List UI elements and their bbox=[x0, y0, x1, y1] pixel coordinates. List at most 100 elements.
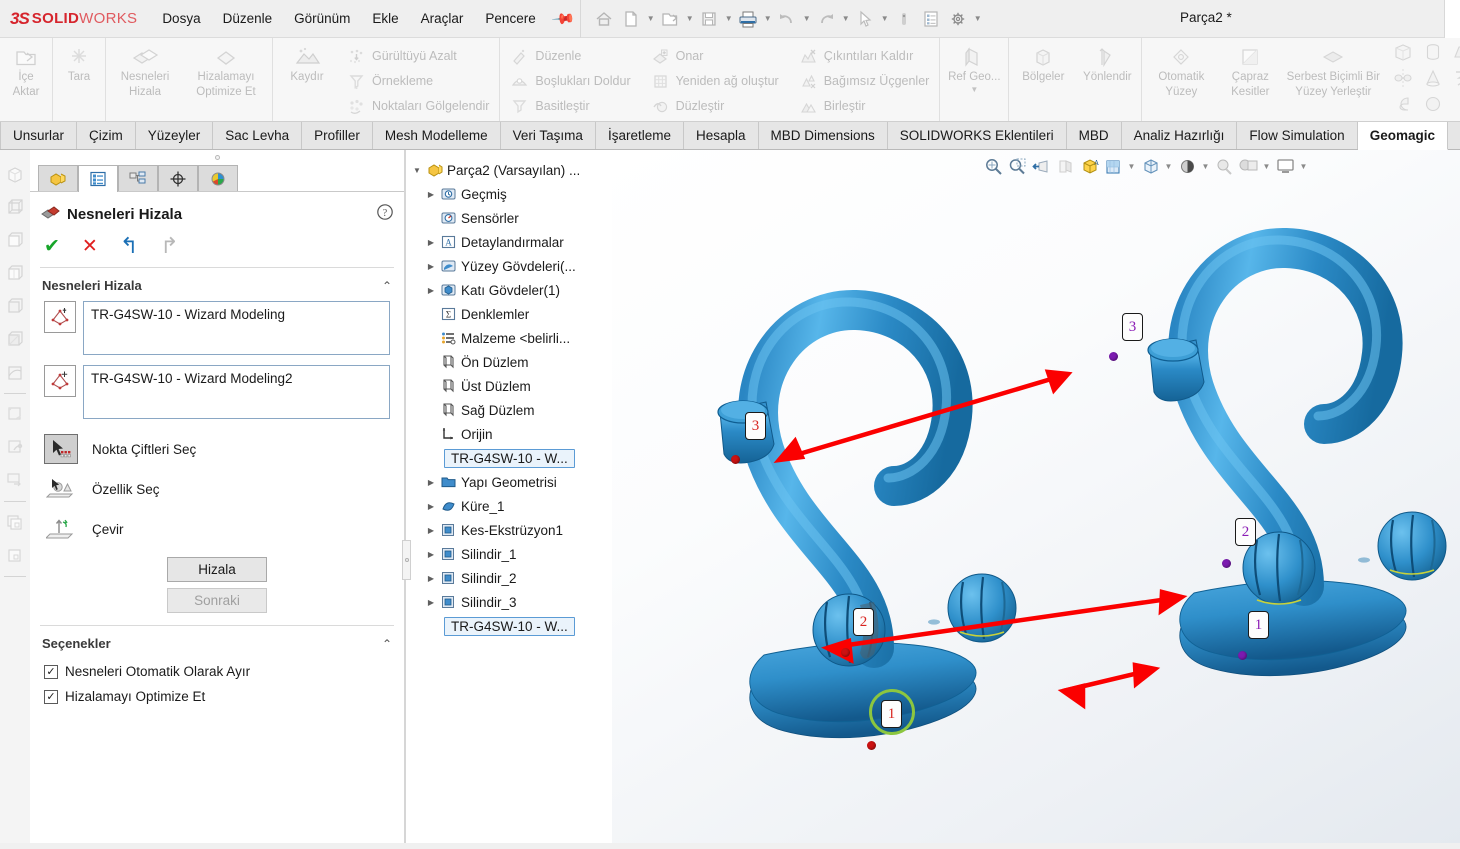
scan-button[interactable]: Tara bbox=[55, 38, 103, 121]
new-document-icon[interactable] bbox=[618, 4, 645, 34]
align-objects-section-header[interactable]: Nesneleri Hizala ⌃ bbox=[30, 268, 404, 301]
tree-node-kes-ekstruzyon1[interactable]: ▶ Kes-Ekstrüzyon1 bbox=[406, 518, 612, 542]
tree-node-gecmis[interactable]: ▶ Geçmiş bbox=[406, 182, 612, 206]
orient-button[interactable]: Yönlendir bbox=[1075, 38, 1139, 121]
display-monitor-caret-icon[interactable]: ▼ bbox=[1298, 154, 1309, 178]
view-settings-caret-icon[interactable]: ▼ bbox=[1261, 154, 1272, 178]
left-point-2[interactable] bbox=[841, 648, 850, 657]
tree-node-yapi-geometrisi[interactable]: ▶ Yapı Geometrisi bbox=[406, 470, 612, 494]
right-point-2[interactable] bbox=[1222, 559, 1231, 568]
menu-item-dosya[interactable]: Dosya bbox=[151, 5, 211, 32]
revolve-icon[interactable] bbox=[1391, 67, 1415, 92]
display-manager-tab[interactable] bbox=[198, 165, 238, 191]
zoom-to-fit-icon[interactable] bbox=[982, 154, 1004, 178]
accept-button[interactable]: ✔ bbox=[44, 237, 60, 256]
open-folder-caret-icon[interactable]: ▼ bbox=[684, 4, 696, 34]
shaded-edges-icon[interactable] bbox=[0, 290, 30, 323]
redo-icon[interactable] bbox=[813, 4, 840, 34]
transform-option[interactable]: Çevir bbox=[30, 509, 404, 549]
panel-collapse-grip[interactable] bbox=[30, 150, 404, 164]
cross-sections-button[interactable]: Çapraz Kesitler bbox=[1218, 38, 1282, 121]
moving-object-field[interactable]: TR-G4SW-10 - Wizard Modeling2 bbox=[83, 365, 390, 419]
tree-node-on-duzlem[interactable]: Ön Düzlem bbox=[406, 350, 612, 374]
merge-button[interactable]: Birleştir bbox=[795, 94, 934, 119]
plane-icon[interactable] bbox=[1451, 41, 1460, 66]
tab-mesh-modelleme[interactable]: Mesh Modelleme bbox=[373, 122, 501, 149]
configuration-manager-icon[interactable] bbox=[0, 539, 30, 572]
open-folder-icon[interactable] bbox=[657, 4, 684, 34]
optimize-align-button[interactable]: Hizalamayı Optimize Et bbox=[182, 38, 270, 121]
select-cursor-icon[interactable] bbox=[852, 4, 879, 34]
select-point-pairs-option[interactable]: Nokta Çiftleri Seç bbox=[30, 429, 404, 469]
chevron-right-icon[interactable]: ▶ bbox=[424, 598, 438, 607]
zoom-to-area-icon[interactable] bbox=[1006, 154, 1028, 178]
repair-button[interactable]: Onar bbox=[647, 44, 783, 69]
question-mark-icon[interactable]: ? bbox=[376, 203, 394, 225]
tree-node-malzeme[interactable]: Malzeme <belirli... bbox=[406, 326, 612, 350]
configuration-icon[interactable] bbox=[0, 506, 30, 539]
tab-veri-tasima[interactable]: Veri Taşıma bbox=[501, 122, 596, 149]
left-callout-3[interactable]: 3 bbox=[745, 412, 766, 440]
freeform-surface-button[interactable]: Serbest Biçimli Bir Yüzey Yerleştir bbox=[1282, 38, 1384, 121]
apply-scene-icon[interactable] bbox=[1213, 154, 1235, 178]
chevron-right-icon[interactable]: ▶ bbox=[424, 574, 438, 583]
tab-analiz-hazirligi[interactable]: Analiz Hazırlığı bbox=[1122, 122, 1238, 149]
redo-caret-icon[interactable]: ▼ bbox=[840, 4, 852, 34]
edit-appearance-caret-icon[interactable]: ▼ bbox=[1200, 154, 1211, 178]
tab-sac-levha[interactable]: Sac Levha bbox=[213, 122, 303, 149]
tree-node-sensorler[interactable]: Sensörler bbox=[406, 206, 612, 230]
right-point-1[interactable] bbox=[1238, 651, 1247, 660]
auto-separate-objects-checkbox[interactable]: ✓ Nesneleri Otomatik Olarak Ayır bbox=[30, 659, 404, 684]
options-gear-icon[interactable] bbox=[945, 4, 972, 34]
options-chevron-up-icon[interactable]: ⌃ bbox=[382, 637, 392, 651]
chevron-right-icon[interactable]: ▶ bbox=[424, 238, 438, 247]
tab-geomagic[interactable]: Geomagic bbox=[1357, 122, 1448, 150]
tree-node-sag-duzlem[interactable]: Sağ Düzlem bbox=[406, 398, 612, 422]
tree-node-mesh-body-1[interactable]: TR-G4SW-10 - W... bbox=[406, 446, 612, 470]
left-callout-2[interactable]: 2 bbox=[853, 608, 874, 636]
print-caret-icon[interactable]: ▼ bbox=[762, 4, 774, 34]
sphere-icon[interactable] bbox=[1421, 93, 1445, 118]
graphics-viewport[interactable]: A ▼ ▼ ▼ ▼ ▼ bbox=[612, 150, 1460, 849]
tree-node-kati-govdeler[interactable]: ▶ Katı Gövdeler(1) bbox=[406, 278, 612, 302]
options-section-header[interactable]: Seçenekler ⌃ bbox=[30, 626, 404, 659]
optimize-alignment-checkbox[interactable]: ✓ Hizalamayı Optimize Et bbox=[30, 684, 404, 709]
extrude-icon[interactable] bbox=[1451, 67, 1460, 92]
tab-hesapla[interactable]: Hesapla bbox=[684, 122, 759, 149]
hide-show-items-icon[interactable] bbox=[1139, 154, 1161, 178]
chevron-down-icon[interactable]: ▼ bbox=[410, 166, 424, 175]
independent-triangles-button[interactable]: Bağımsız Üçgenler bbox=[795, 69, 934, 94]
edit-appearance-icon[interactable] bbox=[1176, 154, 1198, 178]
smooth-button[interactable]: Düzleştir bbox=[647, 94, 783, 119]
pan-button[interactable]: Kaydır bbox=[275, 38, 339, 121]
hide-show-caret-icon[interactable]: ▼ bbox=[1163, 154, 1174, 178]
right-callout-1[interactable]: 1 bbox=[1248, 611, 1269, 639]
display-monitor-icon[interactable] bbox=[1274, 154, 1296, 178]
menu-item-ekle[interactable]: Ekle bbox=[361, 5, 409, 32]
chevron-right-icon[interactable]: ▶ bbox=[424, 502, 438, 511]
tree-node-silindir-2[interactable]: ▶ Silindir_2 bbox=[406, 566, 612, 590]
new-sketch-icon[interactable] bbox=[0, 398, 30, 431]
view-settings-icon[interactable] bbox=[1237, 154, 1259, 178]
auto-surface-button[interactable]: Otomatik Yüzey bbox=[1144, 38, 1218, 121]
edit-mesh-button[interactable]: Düzenle bbox=[506, 44, 634, 69]
sweep-icon[interactable] bbox=[1391, 93, 1415, 118]
left-point-3[interactable] bbox=[731, 455, 740, 464]
sampling-button[interactable]: Örnekleme bbox=[343, 69, 493, 94]
print-icon[interactable] bbox=[735, 4, 762, 34]
undo-icon[interactable] bbox=[774, 4, 801, 34]
redo-arrow-icon[interactable]: ↱ bbox=[160, 235, 178, 257]
tab-cizim[interactable]: Çizim bbox=[77, 122, 136, 149]
next-button[interactable]: Sonraki bbox=[167, 588, 267, 613]
view-orientation-icon[interactable]: A bbox=[1078, 154, 1100, 178]
right-point-3[interactable] bbox=[1109, 352, 1118, 361]
dimxpert-manager-tab[interactable] bbox=[158, 165, 198, 191]
tree-node-silindir-3[interactable]: ▶ Silindir_3 bbox=[406, 590, 612, 614]
align-objects-button[interactable]: Nesneleri Hizala bbox=[108, 38, 182, 121]
menu-item-duzenle[interactable]: Düzenle bbox=[212, 5, 284, 32]
home-icon[interactable] bbox=[591, 4, 618, 34]
remesh-button[interactable]: Yeniden ağ oluştur bbox=[647, 69, 783, 94]
chevron-right-icon[interactable]: ▶ bbox=[424, 526, 438, 535]
undo-arrow-icon[interactable]: ↰ bbox=[120, 235, 138, 257]
display-style-icon[interactable] bbox=[1102, 154, 1124, 178]
